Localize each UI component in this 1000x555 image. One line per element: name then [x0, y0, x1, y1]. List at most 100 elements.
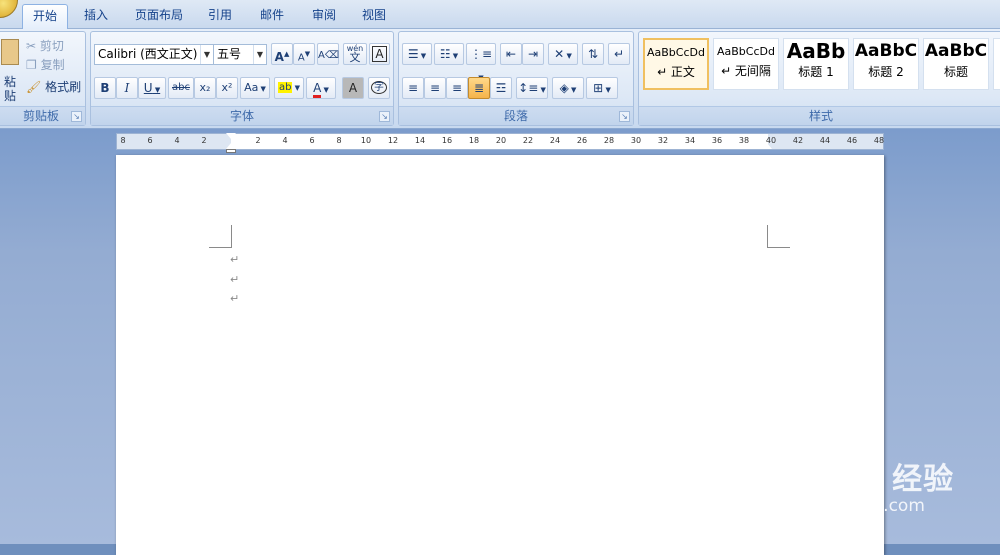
ruler-tick-label: 14: [414, 136, 426, 145]
phonetic-guide-button[interactable]: wén 文: [343, 43, 367, 65]
tab-page-layout[interactable]: 页面布局: [128, 4, 190, 27]
subscript-button[interactable]: x₂: [194, 77, 216, 99]
superscript-icon: x²: [221, 81, 233, 94]
scissors-icon: ✂: [26, 39, 37, 53]
paragraph-mark: ↵: [230, 273, 240, 286]
justify-icon: ≣: [473, 81, 485, 95]
style-no-spacing[interactable]: AaBbCcDd ↵ 无间隔: [713, 38, 779, 90]
ruler-tick-label: 2: [255, 136, 261, 145]
ruler-tick-label: 10: [360, 136, 372, 145]
first-line-indent-marker[interactable]: [226, 133, 236, 139]
right-indent-marker[interactable]: [762, 143, 772, 149]
format-painter-button[interactable]: 🖌 格式刷: [25, 76, 83, 98]
phonetic-char: 文: [349, 51, 361, 64]
bold-button[interactable]: B: [94, 77, 116, 99]
underline-button[interactable]: U ▼: [138, 77, 166, 99]
style-more-preview[interactable]: [993, 38, 1000, 90]
enclose-characters-button[interactable]: 字: [368, 77, 390, 99]
baidu-jingyan-watermark: Bai du 经验 jingyan.baidu.com: [758, 432, 988, 522]
tab-mailings[interactable]: 邮件: [252, 4, 292, 27]
font-dialog-launcher[interactable]: ↘: [379, 111, 390, 122]
ruler-tick-label: 4: [174, 136, 180, 145]
tab-home[interactable]: 开始: [22, 4, 68, 29]
chevron-down-icon[interactable]: ▼: [200, 45, 213, 64]
character-border-button[interactable]: A: [369, 43, 390, 65]
ruler-tick-label: 22: [522, 136, 534, 145]
shading-button[interactable]: ◈ ▼: [552, 77, 584, 99]
office-button[interactable]: [0, 0, 18, 18]
style-sample: AaBbCcDd: [717, 45, 775, 58]
font-size-combo[interactable]: 五号 ▼: [213, 44, 267, 65]
ruler-tick-label: 32: [657, 136, 669, 145]
style-sample: AaBb: [786, 39, 846, 63]
shrink-font-icon: A: [297, 52, 305, 64]
tab-insert[interactable]: 插入: [76, 4, 116, 27]
character-shading-icon: A: [348, 81, 358, 95]
distributed-icon: ☲: [495, 81, 507, 95]
line-spacing-icon: ↕≡: [518, 81, 539, 95]
change-case-icon: Aa: [244, 81, 259, 94]
style-name: 标题: [943, 65, 968, 79]
style-name: 标题 1: [798, 65, 834, 79]
style-title[interactable]: AaBbC 标题: [923, 38, 989, 90]
shrink-font-button[interactable]: A▼: [293, 43, 315, 65]
pilcrow-icon: ↵: [613, 47, 625, 61]
style-sample: AaBbC: [924, 41, 988, 61]
ruler-tick-label: 42: [792, 136, 804, 145]
ruler-tick-label: 44: [819, 136, 831, 145]
ruler-tick-label: 6: [147, 136, 153, 145]
decrease-indent-button[interactable]: ⇤: [500, 43, 522, 65]
change-case-button[interactable]: Aa ▼: [240, 77, 270, 99]
watermark-brand: Bai du 经验: [768, 462, 955, 497]
bullets-button[interactable]: ☰ ▼: [402, 43, 432, 65]
numbering-button[interactable]: ☷ ▼: [434, 43, 464, 65]
underline-icon: U: [143, 81, 153, 95]
font-color-button[interactable]: A ▼: [306, 77, 336, 99]
paste-button[interactable]: 粘贴: [0, 36, 21, 103]
ribbon-tab-strip: 开始 插入 页面布局 引用 邮件 审阅 视图: [0, 0, 1000, 29]
left-indent-marker[interactable]: [226, 149, 236, 153]
multilevel-list-button[interactable]: ⋮≡ ▼: [466, 43, 496, 82]
tab-references[interactable]: 引用: [200, 4, 240, 27]
chevron-down-icon[interactable]: ▼: [253, 45, 266, 64]
copy-button[interactable]: ❐ 复制: [25, 54, 81, 76]
highlighter-icon: ab: [277, 82, 293, 93]
paragraph-dialog-launcher[interactable]: ↘: [619, 111, 630, 122]
paragraph-mark: ↵: [230, 292, 240, 305]
align-left-icon: ≡: [407, 81, 419, 95]
sort-button[interactable]: ⇅: [582, 43, 604, 65]
strikethrough-button[interactable]: abc: [168, 77, 194, 99]
style-heading-1[interactable]: AaBb 标题 1: [783, 38, 849, 90]
tab-view[interactable]: 视图: [354, 4, 394, 27]
sort-icon: ⇅: [587, 47, 599, 61]
font-name-combo[interactable]: Calibri (西文正文) ▼: [94, 44, 214, 65]
distributed-button[interactable]: ☲: [490, 77, 512, 99]
superscript-button[interactable]: x²: [216, 77, 238, 99]
justify-button[interactable]: ≣: [468, 77, 490, 99]
paste-label: 粘贴: [3, 75, 16, 103]
character-shading-button[interactable]: A: [342, 77, 364, 99]
subscript-icon: x₂: [199, 81, 211, 94]
ruler-tick-label: 24: [549, 136, 561, 145]
borders-button[interactable]: ⊞ ▼: [586, 77, 618, 99]
italic-button[interactable]: I: [116, 77, 138, 99]
clipboard-dialog-launcher[interactable]: ↘: [71, 111, 82, 122]
enclose-characters-icon: 字: [371, 81, 387, 94]
align-center-button[interactable]: ≡: [424, 77, 446, 99]
align-right-icon: ≡: [451, 81, 463, 95]
increase-indent-button[interactable]: ⇥: [522, 43, 544, 65]
highlight-button[interactable]: ab ▼: [274, 77, 304, 99]
style-normal[interactable]: AaBbCcDd ↵ 正文: [643, 38, 709, 90]
style-heading-2[interactable]: AaBbC 标题 2: [853, 38, 919, 90]
grow-font-button[interactable]: A▲: [271, 43, 293, 65]
ruler-tick-label: 26: [576, 136, 588, 145]
show-marks-button[interactable]: ↵: [608, 43, 630, 65]
style-sample: AaBbC: [854, 41, 918, 61]
ruler-tick-label: 16: [441, 136, 453, 145]
align-left-button[interactable]: ≡: [402, 77, 424, 99]
align-right-button[interactable]: ≡: [446, 77, 468, 99]
clear-format-button[interactable]: A⌫: [317, 43, 339, 65]
line-spacing-button[interactable]: ↕≡ ▼: [516, 77, 548, 99]
tab-review[interactable]: 审阅: [304, 4, 344, 27]
chinese-layout-button[interactable]: ✕ ▼: [548, 43, 578, 65]
